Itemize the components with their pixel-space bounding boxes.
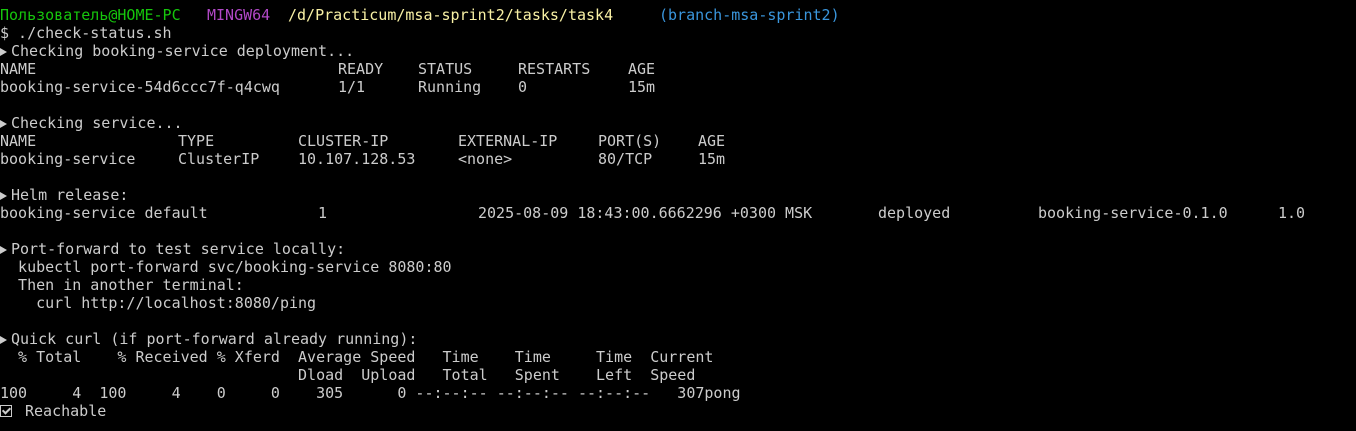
port-forward-heading: Port-forward to test service locally: [11,240,346,258]
helm-chart: booking-service-0.1.0 [1038,204,1228,222]
deployment-heading-line: Checking booking-service deployment... [0,42,1356,60]
port-forward-line-1: kubectl port-forward svc/booking-service… [0,258,1356,276]
service-row: booking-service ClusterIP 10.107.128.53 … [0,150,1356,168]
svc-ports: 80/TCP [598,150,653,168]
terminal-window[interactable]: Пользователь@HOME-PC MINGW64 /d/Practicu… [0,6,1356,431]
pod-status: Running [418,78,482,96]
helm-app-version: 1.0 [1278,204,1306,222]
col-name: NAME [0,132,37,150]
pod-ready: 1/1 [338,78,366,96]
col-cluster-ip: CLUSTER-IP [298,132,389,150]
col-type: TYPE [178,132,215,150]
curl-header-1: % Total % Received % Xferd Average Speed… [0,348,714,366]
col-status: STATUS [418,60,473,78]
svc-type: ClusterIP [178,150,260,168]
helm-heading: Helm release: [11,186,129,204]
result-text: Reachable [25,402,107,420]
arrow-right-icon [0,120,7,128]
col-name: NAME [0,60,37,78]
service-heading-line: Checking service... [0,114,1356,132]
pod-restarts: 0 [518,78,528,96]
svc-cluster-ip: 10.107.128.53 [298,150,416,168]
check-box-icon [0,405,12,417]
quick-curl-heading-line: Quick curl (if port-forward already runn… [0,330,1356,348]
port-forward-heading-line: Port-forward to test service locally: [0,240,1356,258]
helm-status: deployed [878,204,951,222]
prompt-path: /d/Practicum/msa-sprint2/tasks/task4 [288,6,614,24]
quick-curl-heading: Quick curl (if port-forward already runn… [11,330,418,348]
arrow-right-icon [0,192,7,200]
col-age: AGE [698,132,726,150]
svc-age: 15m [698,150,726,168]
prompt-branch: (branch-msa-sprint2) [659,6,840,24]
shell-prompt: Пользователь@HOME-PC MINGW64 /d/Practicu… [0,6,1356,24]
helm-row: booking-service default 1 2025-08-09 18:… [0,204,1356,222]
curl-header-2: Dload Upload Total Spent Left Speed [0,366,696,384]
arrow-right-icon [0,246,7,254]
port-forward-line-3: curl http://localhost:8080/ping [0,294,1356,312]
col-external-ip: EXTERNAL-IP [458,132,558,150]
service-header-row: NAME TYPE CLUSTER-IP EXTERNAL-IP PORT(S)… [0,132,1356,150]
pod-age: 15m [628,78,656,96]
service-heading: Checking service... [11,114,183,132]
helm-release-namespace: booking-service default [0,204,208,222]
helm-updated: 2025-08-09 18:43:00.6662296 +0300 MSK [478,204,813,222]
svc-name: booking-service [0,150,136,168]
col-restarts: RESTARTS [518,60,591,78]
curl-progress-row: 100 4 100 4 0 0 305 0 --:--:-- --:--:-- … [0,384,1356,402]
col-age: AGE [628,60,656,78]
curl-command: curl http://localhost:8080/ping [0,294,317,312]
curl-progress-header-1: % Total % Received % Xferd Average Speed… [0,348,1356,366]
prompt-env: MINGW64 [207,6,271,24]
port-forward-hint: Then in another terminal: [0,276,244,294]
col-ports: PORT(S) [598,132,662,150]
svc-external-ip: <none> [458,150,513,168]
deployment-header-row: NAME READY STATUS RESTARTS AGE [0,60,1356,78]
col-ready: READY [338,60,384,78]
deployment-row: booking-service-54d6ccc7f-q4cwq 1/1 Runn… [0,78,1356,96]
command-text: $ ./check-status.sh [0,24,172,42]
port-forward-line-2: Then in another terminal: [0,276,1356,294]
result-line: Reachable [0,402,1356,420]
helm-heading-line: Helm release: [0,186,1356,204]
command-line: $ ./check-status.sh [0,24,1356,42]
helm-revision: 1 [318,204,328,222]
arrow-right-icon [0,336,7,344]
port-forward-command: kubectl port-forward svc/booking-service… [0,258,452,276]
prompt-user-host: Пользователь@HOME-PC [0,6,181,24]
curl-progress-values: 100 4 100 4 0 0 305 0 --:--:-- --:--:-- … [0,384,741,402]
deployment-heading: Checking booking-service deployment... [11,42,355,60]
pod-name: booking-service-54d6ccc7f-q4cwq [0,78,280,96]
arrow-right-icon [0,48,7,56]
curl-progress-header-2: Dload Upload Total Spent Left Speed [0,366,1356,384]
